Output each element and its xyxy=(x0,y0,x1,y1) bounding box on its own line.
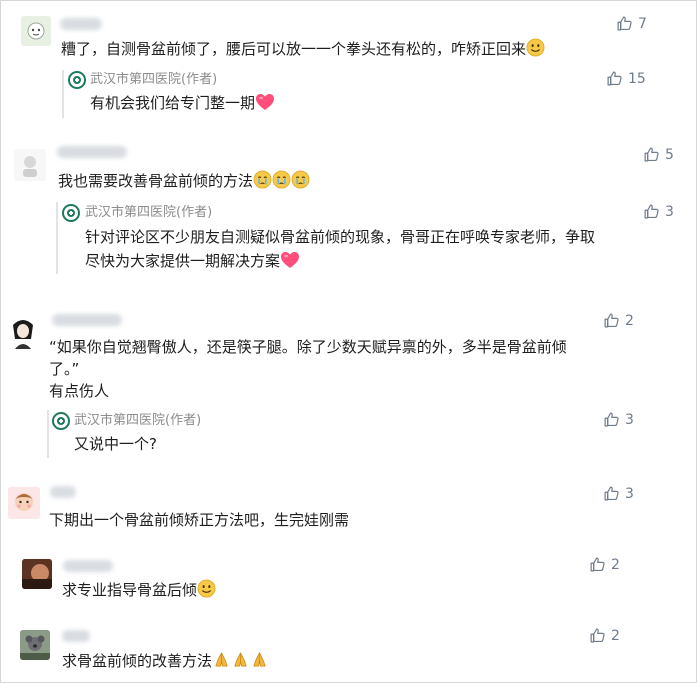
reply-indicator xyxy=(62,70,64,118)
thumbs-up-icon xyxy=(603,485,620,502)
like-count: 5 xyxy=(665,146,674,163)
comment-text: 糟了，自测骨盆前倾了，腰后可以放一一个拳头还有松的，咋矫正回来 xyxy=(61,38,545,60)
like-button[interactable]: 15 xyxy=(606,70,646,87)
comment-text: 求骨盆前倾的改善方法 xyxy=(62,650,269,672)
like-button[interactable]: 5 xyxy=(643,146,674,163)
author-name[interactable]: 武汉市第四医院(作者) xyxy=(74,412,201,430)
thumbs-up-icon xyxy=(589,627,606,644)
like-count: 15 xyxy=(628,70,646,87)
reply-indicator xyxy=(47,410,49,458)
thumbs-up-icon xyxy=(643,146,660,163)
avatar[interactable] xyxy=(22,559,52,589)
reply-indicator xyxy=(56,202,58,274)
like-count: 3 xyxy=(625,411,634,428)
author-name[interactable]: 武汉市第四医院(作者) xyxy=(85,204,212,222)
comment-text: 求专业指导骨盆后倾 xyxy=(62,579,216,601)
blurred-username xyxy=(57,146,127,158)
comment-text: 下期出一个骨盆前倾矫正方法吧，生完娃刚需 xyxy=(49,511,350,529)
thumbs-up-icon xyxy=(606,70,623,87)
like-button[interactable]: 3 xyxy=(643,203,674,220)
avatar[interactable] xyxy=(7,315,39,349)
reply-text: 有机会我们给专门整一期 xyxy=(90,92,275,114)
thumbs-up-icon xyxy=(643,203,660,220)
comment-text: 了。” xyxy=(49,360,80,378)
like-button[interactable]: 3 xyxy=(603,485,634,502)
reply-text: 尽快为大家提供一期解决方案 xyxy=(85,250,300,272)
like-count: 3 xyxy=(665,203,674,220)
reply-text: 又说中一个? xyxy=(74,435,157,453)
heart-emoji-icon xyxy=(255,93,275,111)
smile-emoji-icon xyxy=(526,38,545,57)
thumbs-up-icon xyxy=(603,411,620,428)
like-button[interactable]: 2 xyxy=(603,312,634,329)
smile-emoji-icon xyxy=(197,579,216,598)
hospital-logo-icon xyxy=(62,204,80,222)
comment-text: 我也需要改善骨盆前倾的方法 xyxy=(58,170,310,192)
like-button[interactable]: 2 xyxy=(589,556,620,573)
author-name[interactable]: 武汉市第四医院(作者) xyxy=(90,71,217,89)
praying-hands-emoji-icon xyxy=(250,650,269,669)
blurred-username xyxy=(50,486,76,498)
like-count: 2 xyxy=(611,556,620,573)
comment-text: “如果你自觉翘臀傲人，还是筷子腿。除了少数天赋异禀的外，多半是骨盆前倾 xyxy=(49,338,567,356)
avatar[interactable] xyxy=(14,149,46,181)
crying-emoji-icon xyxy=(253,170,272,189)
like-button[interactable]: 3 xyxy=(603,411,634,428)
blurred-username xyxy=(60,18,102,30)
like-count: 2 xyxy=(625,312,634,329)
like-button[interactable]: 2 xyxy=(589,627,620,644)
thumbs-up-icon xyxy=(589,556,606,573)
praying-hands-emoji-icon xyxy=(231,650,250,669)
comment-text: 有点伤人 xyxy=(49,382,110,400)
avatar[interactable] xyxy=(8,487,40,519)
praying-hands-emoji-icon xyxy=(212,650,231,669)
hospital-logo-icon xyxy=(52,412,70,430)
like-count: 3 xyxy=(625,485,634,502)
reply-text: 针对评论区不少朋友自测疑似骨盆前倾的现象，骨哥正在呼唤专家老师，争取 xyxy=(85,228,596,246)
blurred-username xyxy=(62,630,90,642)
heart-emoji-icon xyxy=(280,251,300,269)
like-count: 7 xyxy=(638,15,647,32)
blurred-username xyxy=(63,560,113,572)
avatar[interactable] xyxy=(21,16,51,46)
hospital-logo-icon xyxy=(68,71,86,89)
crying-emoji-icon xyxy=(291,170,310,189)
like-button[interactable]: 7 xyxy=(616,15,647,32)
like-count: 2 xyxy=(611,627,620,644)
avatar[interactable] xyxy=(20,630,50,660)
thumbs-up-icon xyxy=(616,15,633,32)
blurred-username xyxy=(52,314,122,326)
thumbs-up-icon xyxy=(603,312,620,329)
crying-emoji-icon xyxy=(272,170,291,189)
